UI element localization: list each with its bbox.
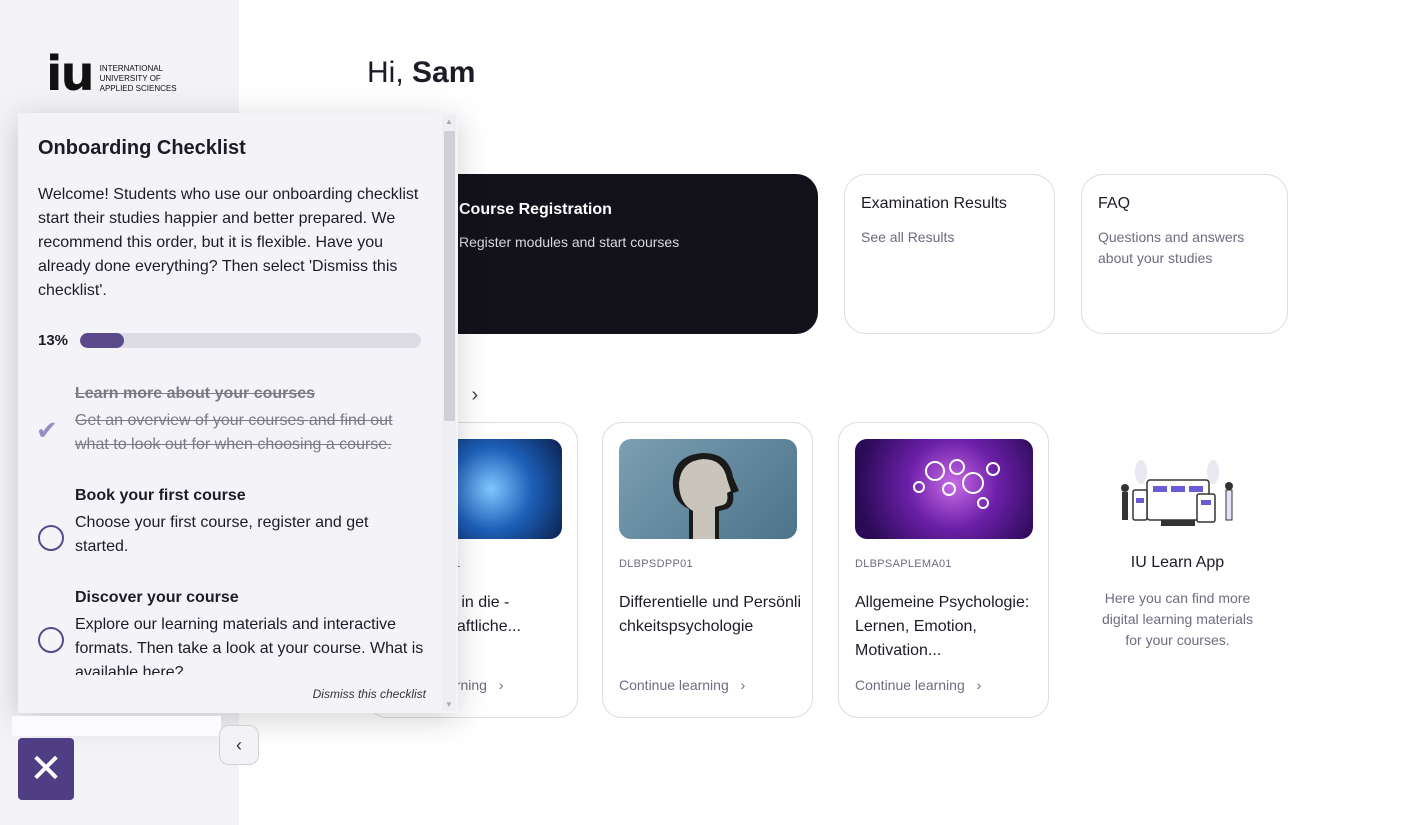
item-description: Explore our learning materials and inter… bbox=[75, 616, 424, 675]
item-description: Choose your first course, register and g… bbox=[75, 514, 369, 555]
collapse-sidebar-button[interactable]: ‹ bbox=[219, 725, 259, 765]
chevron-right-icon: › bbox=[740, 677, 746, 693]
continue-learning-link[interactable]: Continue learning › bbox=[855, 677, 981, 693]
scroll-thumb[interactable] bbox=[444, 131, 455, 421]
course-image-head bbox=[619, 439, 797, 539]
learn-app-illustration bbox=[1121, 460, 1233, 526]
course-registration-card[interactable]: Course Registration Register modules and… bbox=[417, 174, 818, 334]
item-title: Book your first course bbox=[75, 487, 246, 504]
page-greeting: Hi, Sam bbox=[367, 56, 476, 89]
logo-mark: iu bbox=[46, 46, 95, 102]
item-title: Learn more about your courses bbox=[75, 385, 316, 402]
close-icon: ✕ bbox=[29, 747, 63, 791]
checklist-item-learn-courses[interactable]: ✔ Learn more about your courses Get an o… bbox=[36, 385, 418, 465]
chevron-right-icon: › bbox=[471, 384, 479, 406]
course-name: Differentielle und Persönlichkeitspsycho… bbox=[619, 594, 802, 635]
checklist-scrollbar[interactable]: ▲ ▼ bbox=[442, 115, 456, 711]
sidebar-strip bbox=[12, 716, 221, 736]
checklist-item-book-course[interactable]: Book your first course Choose your first… bbox=[38, 487, 418, 567]
continue-learning-link[interactable]: Continue learning › bbox=[619, 677, 745, 693]
checklist-intro: Welcome! Students who use our onboarding… bbox=[38, 186, 419, 299]
progress-fill bbox=[80, 333, 125, 348]
faq-card[interactable]: FAQ Questions and answers about your stu… bbox=[1081, 174, 1288, 334]
card-title: Examination Results bbox=[861, 195, 1007, 212]
course-code: DLBPSAPLEMA01 bbox=[855, 558, 952, 570]
card-subtitle: See all Results bbox=[861, 229, 955, 245]
examination-results-card[interactable]: Examination Results See all Results bbox=[844, 174, 1055, 334]
course-code: DLBPSDPP01 bbox=[619, 558, 693, 570]
head-silhouette-icon bbox=[672, 453, 739, 539]
app-title: IU Learn App bbox=[1130, 554, 1225, 571]
card-title: FAQ bbox=[1098, 195, 1131, 212]
scroll-down-icon[interactable]: ▼ bbox=[445, 700, 453, 709]
unchecked-circle-icon[interactable] bbox=[38, 627, 64, 653]
course-name: Allgemeine Psychologie: Lernen, Emotion,… bbox=[855, 594, 1030, 659]
learn-app-card[interactable]: IU Learn App Here you can find more digi… bbox=[1075, 450, 1280, 651]
card-title: Course Registration bbox=[459, 201, 612, 218]
chevron-left-icon: ‹ bbox=[236, 734, 242, 755]
logo-text: International University of Applied Scie… bbox=[99, 64, 177, 93]
card-subtitle: Questions and answers about your studies bbox=[1098, 229, 1245, 266]
item-title: Discover your course bbox=[75, 589, 239, 606]
onboarding-checklist-panel: Onboarding Checklist Welcome! Students w… bbox=[18, 113, 458, 713]
card-subtitle: Register modules and start courses bbox=[459, 234, 680, 250]
course-name: g in die - naftliche... bbox=[448, 594, 521, 635]
close-checklist-button[interactable]: ✕ bbox=[18, 738, 74, 800]
user-name: Sam bbox=[412, 56, 476, 89]
checklist-title: Onboarding Checklist bbox=[38, 137, 246, 159]
item-description: Get an overview of your courses and find… bbox=[75, 412, 393, 453]
chevron-right-icon: › bbox=[498, 677, 504, 693]
iu-logo[interactable]: iu International University of Applied S… bbox=[46, 46, 177, 102]
dismiss-checklist-link[interactable]: Dismiss this checklist bbox=[313, 687, 426, 701]
scroll-up-icon[interactable]: ▲ bbox=[445, 117, 453, 126]
unchecked-circle-icon[interactable] bbox=[38, 525, 64, 551]
course-image-brain bbox=[855, 439, 1033, 539]
course-card[interactable]: DLBPSAPLEMA01 Allgemeine Psychologie: Le… bbox=[838, 422, 1049, 718]
brain-gears-icon bbox=[913, 459, 1000, 509]
checkmark-icon: ✔ bbox=[36, 415, 58, 445]
app-subtitle: Here you can find more digital learning … bbox=[1102, 590, 1253, 648]
progress-label: 13% bbox=[38, 332, 69, 349]
chevron-right-icon: › bbox=[976, 677, 982, 693]
checklist-item-discover-course[interactable]: Discover your course Explore our learnin… bbox=[38, 589, 423, 679]
course-card[interactable]: DLBPSDPP01 Differentielle und Persönlich… bbox=[602, 422, 813, 718]
progress-bar bbox=[80, 333, 421, 348]
